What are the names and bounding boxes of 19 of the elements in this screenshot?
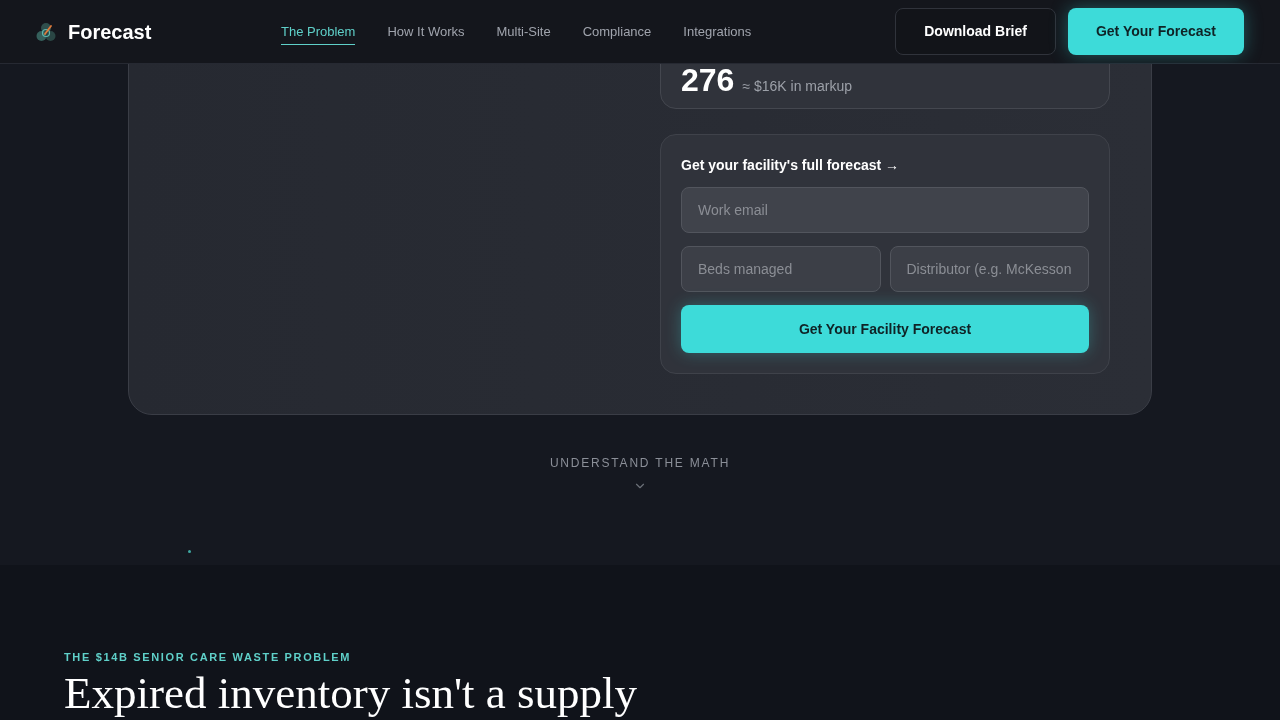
nav-link[interactable]: Compliance <box>582 17 652 46</box>
nav-link[interactable]: How It Works <box>387 17 465 46</box>
input-field[interactable]: Distributor (e.g. McKesson <box>889 246 1089 292</box>
nav-link[interactable]: Integrations <box>683 17 752 46</box>
stat-caption: ≈ $16K in markup <box>742 77 853 96</box>
section-heading: Expired inventory isn't a supply <box>64 669 639 719</box>
input-field[interactable]: Work email <box>681 187 1089 233</box>
nav-link[interactable]: The Problem <box>281 17 356 46</box>
download-button[interactable]: Download Brief <box>895 8 1056 55</box>
nav-link[interactable]: Multi-Site <box>496 17 551 46</box>
form-heading: Get your facility's full forecast → <box>681 156 901 175</box>
forecast-button[interactable]: Get Your Forecast <box>1067 8 1244 55</box>
logo-icon <box>36 21 56 42</box>
brand-name: Forecast <box>68 19 152 45</box>
input-field[interactable]: Beds managed <box>681 246 881 292</box>
section-eyebrow: THE $14B SENIOR CARE WASTE PROBLEM <box>64 650 353 665</box>
stat-value: 276 <box>681 64 735 96</box>
submit-button[interactable]: Get Your Facility Forecast <box>681 305 1089 353</box>
scroll-cue-label[interactable]: UNDERSTAND THE MATH <box>549 455 731 471</box>
